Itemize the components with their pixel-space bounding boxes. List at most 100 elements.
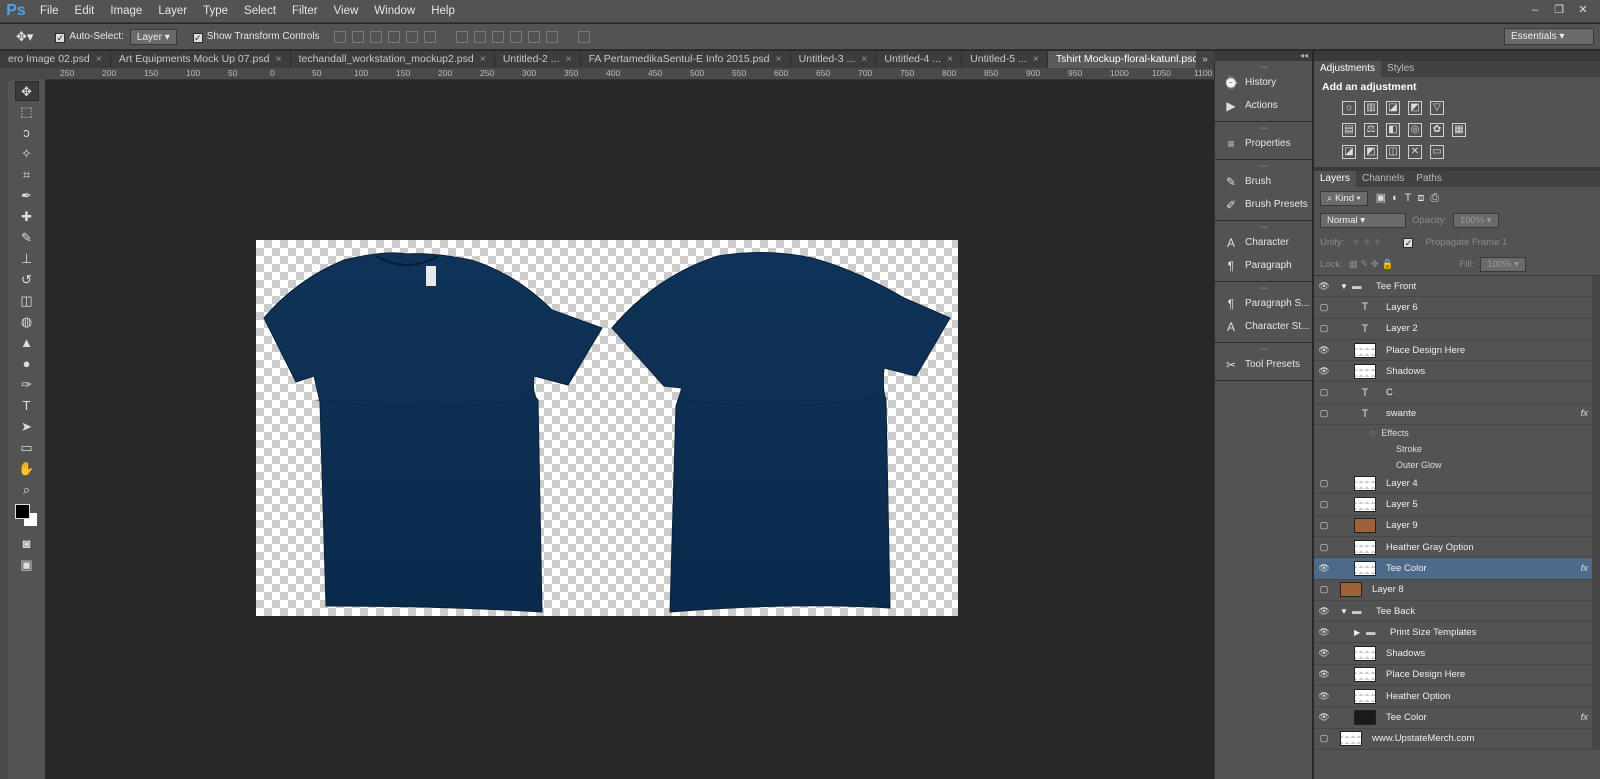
workspace-dropdown[interactable]: Essentials ▾ (1504, 28, 1594, 45)
align-bottom-icon[interactable] (369, 30, 382, 43)
color-lookup-icon[interactable]: ▦ (1452, 123, 1466, 137)
eye-icon[interactable]: 👁 (1314, 691, 1334, 702)
menu-image[interactable]: Image (102, 0, 150, 23)
align-hcenter-icon[interactable] (405, 30, 418, 43)
layer-row[interactable]: ▢ Layer 9 (1314, 516, 1600, 537)
brush-tool-icon[interactable]: ✎ (15, 228, 39, 248)
foreground-color[interactable] (14, 504, 30, 519)
distribute-bottom-icon[interactable] (491, 30, 504, 43)
threshold-icon[interactable]: ◫ (1386, 145, 1400, 159)
layer-row[interactable]: ▢ www.UpstateMerch.com (1314, 729, 1600, 750)
tab-overflow-icon[interactable]: » (1196, 51, 1214, 68)
close-icon[interactable]: × (480, 53, 486, 65)
vibrance-icon[interactable]: ▽ (1430, 101, 1444, 115)
close-icon[interactable]: × (96, 53, 102, 65)
layer-effect-item[interactable]: Outer Glow (1314, 457, 1600, 473)
layer-row[interactable]: ▢ Heather Gray Option (1314, 537, 1600, 559)
eye-icon[interactable]: 👁 (1314, 345, 1334, 356)
selective-color-icon[interactable]: ✕ (1408, 145, 1422, 159)
menu-file[interactable]: File (32, 0, 67, 23)
distribute-right-icon[interactable] (545, 30, 558, 43)
menu-filter[interactable]: Filter (284, 0, 326, 23)
dock-item[interactable]: ⌚ History (1215, 71, 1312, 94)
align-vcenter-icon[interactable] (351, 30, 364, 43)
disclosure-open-icon[interactable]: ▼ (1340, 607, 1352, 616)
dock-item[interactable]: A Character St... (1215, 315, 1312, 338)
close-icon[interactable]: × (776, 53, 782, 65)
eyedropper-tool-icon[interactable]: ✒ (15, 186, 39, 206)
blend-mode-dropdown[interactable]: Normal ▾ (1320, 212, 1406, 228)
filter-type-icons[interactable]: ▣◐T⧈⎙ (1376, 191, 1446, 205)
propagate-checkbox[interactable]: ✓ (1403, 238, 1414, 248)
unify-icons[interactable]: ✧ ✧ ✧ (1352, 237, 1381, 248)
visibility-box[interactable]: ▢ (1314, 302, 1334, 313)
panel-tab-styles[interactable]: Styles (1381, 61, 1420, 77)
posterize-icon[interactable]: ◩ (1364, 145, 1378, 159)
healing-brush-tool-icon[interactable]: ✚ (15, 207, 39, 227)
dock-collapse-icon[interactable]: ◂◂ (1214, 51, 1312, 61)
brightness-icon[interactable]: ☼ (1342, 101, 1356, 115)
menu-select[interactable]: Select (236, 0, 284, 23)
eye-icon[interactable]: 👁 (1314, 366, 1334, 377)
dodge-tool-icon[interactable]: ● (15, 354, 39, 374)
dock-item[interactable]: ✎ Brush (1215, 170, 1312, 193)
document-tab[interactable]: Untitled-2 ... × (494, 51, 581, 68)
lasso-tool-icon[interactable]: ↄ (15, 123, 39, 143)
align-right-icon[interactable] (423, 30, 436, 43)
document-tab[interactable]: Untitled-4 ... × (876, 51, 963, 68)
layer-row[interactable]: ▢ T C (1314, 382, 1600, 404)
photo-filter-icon[interactable]: ◎ (1408, 123, 1422, 137)
menu-layer[interactable]: Layer (150, 0, 195, 23)
curves-icon[interactable]: ◪ (1386, 101, 1400, 115)
layer-row[interactable]: ▢ T Layer 2 (1314, 319, 1600, 340)
document-tab[interactable]: Untitled-5 ... × (962, 51, 1048, 68)
eye-icon[interactable]: 👁 (1314, 648, 1334, 659)
layer-row[interactable]: 👁 ▼ ▬ Tee Front (1314, 276, 1600, 298)
eye-icon[interactable]: 👁 (1314, 563, 1334, 574)
fx-icon[interactable]: fx (1581, 408, 1588, 419)
gradient-map-icon[interactable]: ▭ (1430, 145, 1444, 159)
levels-icon[interactable]: ▥ (1364, 101, 1378, 115)
transform-controls-checkbox[interactable]: ✓ (192, 32, 203, 43)
disclosure-open-icon[interactable]: ▼ (1340, 282, 1352, 291)
visibility-box[interactable]: ▢ (1314, 584, 1334, 595)
quick-select-tool-icon[interactable]: ✧ (15, 144, 39, 164)
menu-edit[interactable]: Edit (67, 0, 103, 23)
layer-row[interactable]: ▢ Layer 8 (1314, 580, 1600, 601)
document-canvas[interactable] (256, 240, 958, 616)
visibility-box[interactable]: ▢ (1314, 478, 1334, 489)
eraser-tool-icon[interactable]: ◫ (15, 291, 39, 311)
close-icon[interactable]: × (861, 53, 867, 65)
screen-mode-icon[interactable]: ▣ (15, 555, 39, 575)
menu-view[interactable]: View (326, 0, 367, 23)
auto-select-checkbox[interactable]: ✓ (55, 32, 66, 43)
visibility-box[interactable]: ▢ (1314, 499, 1334, 510)
close-icon[interactable]: ✕ (1572, 2, 1594, 18)
pen-tool-icon[interactable]: ✑ (15, 375, 39, 395)
move-tool-icon[interactable]: ✥ (14, 81, 39, 101)
blur-tool-icon[interactable]: ▲ (15, 333, 39, 353)
quick-mask-icon[interactable]: ◙ (15, 534, 39, 554)
document-tab[interactable]: ero Image 02.psd × (0, 51, 111, 68)
history-brush-tool-icon[interactable]: ↺ (15, 270, 39, 290)
rectangle-tool-icon[interactable]: ▭ (15, 438, 39, 458)
auto-select-dropdown[interactable]: Layer ▾ (129, 28, 177, 45)
path-select-tool-icon[interactable]: ➤ (15, 417, 39, 437)
restore-icon[interactable]: ❐ (1548, 2, 1570, 18)
fill-field[interactable]: 100% ▾ (1480, 256, 1526, 272)
paint-bucket-tool-icon[interactable]: ◍ (15, 312, 39, 332)
menu-window[interactable]: Window (366, 0, 423, 23)
layer-row[interactable]: ▢ Tswante fx (1314, 404, 1600, 426)
hue-saturation-icon[interactable]: ▤ (1342, 123, 1356, 137)
distribute-vcenter-icon[interactable] (473, 30, 486, 43)
visibility-box[interactable]: ▢ (1314, 733, 1334, 744)
invert-icon[interactable]: ◪ (1342, 145, 1356, 159)
filter-kind-dropdown[interactable]: ⌕ Kind ▾ (1320, 190, 1368, 206)
dock-item[interactable]: ¶ Paragraph S... (1215, 292, 1312, 315)
layer-row[interactable]: 👁 Tee Color fx (1314, 707, 1600, 729)
disclosure-closed-icon[interactable]: ▶ (1354, 628, 1366, 637)
panel-tab-adjustments[interactable]: Adjustments (1314, 61, 1382, 77)
layer-row[interactable]: 👁 Shadows (1314, 643, 1600, 665)
effects-eye-icon[interactable]: ◌ (1370, 428, 1375, 438)
visibility-box[interactable]: ▢ (1314, 520, 1334, 531)
